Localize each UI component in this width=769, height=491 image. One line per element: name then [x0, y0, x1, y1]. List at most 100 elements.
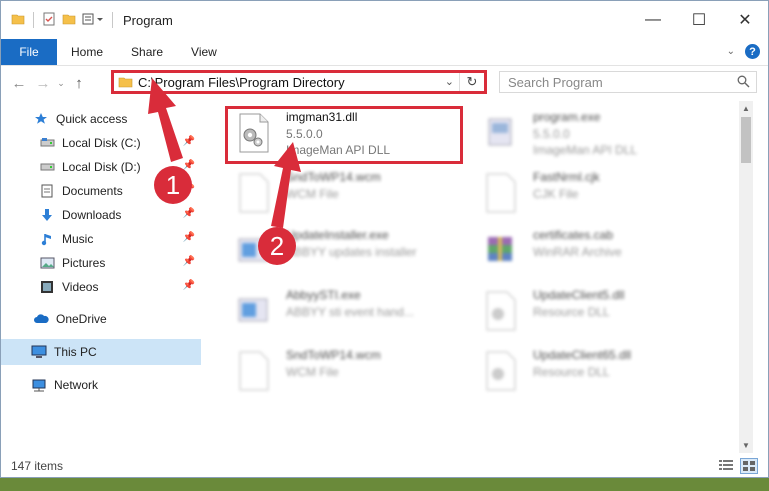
- pin-icon: 📌: [182, 136, 195, 147]
- new-folder-icon[interactable]: [62, 12, 76, 29]
- sidebar-item-label: Quick access: [56, 112, 128, 126]
- file-name: UpdateClient65.dll: [533, 348, 632, 362]
- file-type: WCM File: [286, 365, 339, 379]
- file-item-certificates[interactable]: certificates.cab WinRAR Archive: [473, 225, 713, 279]
- archive-file-icon: [483, 231, 517, 271]
- search-input[interactable]: Search Program: [499, 71, 757, 93]
- sidebar-item-videos[interactable]: Videos 📌: [1, 275, 201, 299]
- details-view-icon[interactable]: [718, 458, 734, 472]
- maximize-button[interactable]: ☐: [676, 1, 722, 39]
- vertical-scrollbar[interactable]: ▲ ▼: [739, 101, 753, 453]
- sidebar-item-quick-access[interactable]: Quick access: [1, 107, 201, 131]
- file-type: Resource DLL: [533, 365, 610, 379]
- videos-icon: [39, 279, 55, 295]
- file-type: WCM File: [286, 187, 339, 201]
- file-item-program-exe[interactable]: program.exe 5.5.0.0 ImageMan API DLL: [473, 107, 713, 161]
- file-name: UpdateInstaller.exe: [286, 228, 389, 242]
- file-highlight-box: [225, 106, 463, 164]
- sidebar-item-label: Pictures: [62, 256, 106, 270]
- sidebar-item-music[interactable]: Music 📌: [1, 227, 201, 251]
- step-1-badge: 1: [154, 166, 192, 204]
- network-icon: [31, 377, 47, 393]
- sidebar-item-label: This PC: [54, 345, 97, 359]
- file-item-abbyysti[interactable]: AbbyySTI.exe ABBYY sti event hand...: [226, 285, 466, 339]
- search-icon: [737, 75, 750, 91]
- back-button[interactable]: ←: [7, 75, 31, 92]
- generic-file-icon: [236, 351, 270, 391]
- pin-icon: 📌: [182, 256, 195, 267]
- generic-file-icon: [483, 173, 517, 213]
- dll-file-icon: [483, 291, 517, 331]
- refresh-icon: ↻: [466, 74, 478, 89]
- scroll-up-icon[interactable]: ▲: [741, 104, 751, 113]
- file-item-sndtowp14[interactable]: SndToWP14.wcm WCM File: [226, 167, 466, 221]
- close-icon: ✕: [738, 12, 752, 29]
- file-item-updateclient65[interactable]: UpdateClient65.dll Resource DLL: [473, 345, 713, 399]
- sidebar-item-network[interactable]: Network: [1, 373, 201, 397]
- ribbon: File Home Share View ⌄ ?: [1, 39, 768, 66]
- downloads-icon: [39, 207, 55, 223]
- forward-button[interactable]: →: [31, 75, 55, 92]
- properties-icon[interactable]: [42, 12, 56, 29]
- up-button[interactable]: ↑: [67, 75, 91, 92]
- customize-toolbar-icon[interactable]: [82, 12, 104, 29]
- file-type: ABBYY sti event hand...: [286, 305, 414, 319]
- cloud-icon: [33, 311, 49, 327]
- file-type: WinRAR Archive: [533, 245, 622, 259]
- pictures-icon: [39, 255, 55, 271]
- sidebar-item-label: Downloads: [62, 208, 122, 222]
- drive-icon: [39, 159, 55, 175]
- address-bar[interactable]: C:\Program Files\Program Directory ⌄ ↻: [111, 70, 487, 94]
- drive-icon: [39, 135, 55, 151]
- folder-icon: [118, 75, 133, 92]
- file-version: 5.5.0.0: [533, 127, 570, 141]
- large-icons-view-icon[interactable]: [740, 458, 758, 474]
- address-path: C:\Program Files\Program Directory: [138, 74, 345, 90]
- sidebar-item-this-pc[interactable]: This PC: [1, 339, 201, 365]
- chevron-down-icon[interactable]: ⌄: [445, 75, 454, 88]
- file-item-sndtowp14-2[interactable]: SndToWP14.wcm WCM File: [226, 345, 466, 399]
- sidebar-item-pictures[interactable]: Pictures 📌: [1, 251, 201, 275]
- tab-view[interactable]: View: [177, 39, 231, 65]
- recent-locations-button[interactable]: ⌄: [55, 78, 67, 89]
- minimize-button[interactable]: —: [630, 1, 676, 39]
- scroll-down-icon[interactable]: ▼: [741, 441, 751, 450]
- close-button[interactable]: ✕: [722, 1, 768, 39]
- status-bar: 147 items: [1, 456, 768, 476]
- explorer-window: Program — ☐ ✕ File Home Share View ⌄ ? ←…: [0, 0, 769, 478]
- file-type: CJK File: [533, 187, 579, 201]
- navigation-bar: ← → ⌄ ↑ C:\Program Files\Program Directo…: [1, 66, 768, 100]
- help-icon[interactable]: ?: [745, 44, 760, 59]
- sidebar-item-onedrive[interactable]: OneDrive: [1, 307, 201, 331]
- sidebar-item-label: Network: [54, 378, 99, 392]
- pin-icon: 📌: [182, 232, 195, 243]
- file-name: program.exe: [533, 110, 601, 124]
- folder-icon: [11, 12, 25, 29]
- window-title: Program: [123, 12, 173, 28]
- item-count: 147 items: [11, 459, 64, 473]
- exe-file-icon: [236, 291, 270, 331]
- file-type: Resource DLL: [533, 305, 610, 319]
- file-type: ABBYY updates installer: [286, 245, 417, 259]
- sidebar-item-local-disk-c[interactable]: Local Disk (C:) 📌: [1, 131, 201, 155]
- file-description: ImageMan API DLL: [533, 143, 638, 157]
- scrollbar-thumb[interactable]: [741, 117, 751, 163]
- tab-home[interactable]: Home: [57, 39, 117, 65]
- minimize-icon: —: [645, 11, 661, 28]
- sidebar-item-downloads[interactable]: Downloads 📌: [1, 203, 201, 227]
- step-2-badge: 2: [258, 227, 296, 265]
- expand-ribbon-icon[interactable]: ⌄: [727, 46, 735, 57]
- title-bar: Program — ☐ ✕: [1, 1, 768, 39]
- music-icon: [39, 231, 55, 247]
- refresh-button[interactable]: ↻: [459, 73, 484, 91]
- file-item-fastnrml[interactable]: FastNrml.cjk CJK File: [473, 167, 713, 221]
- documents-icon: [39, 183, 55, 199]
- file-name: SndToWP14.wcm: [286, 348, 381, 362]
- file-name: AbbyySTI.exe: [286, 288, 361, 302]
- tab-share[interactable]: Share: [117, 39, 177, 65]
- file-name: SndToWP14.wcm: [286, 170, 381, 184]
- tab-file[interactable]: File: [1, 39, 57, 65]
- sidebar-item-label: Music: [62, 232, 94, 246]
- file-item-updateclient5[interactable]: UpdateClient5.dll Resource DLL: [473, 285, 713, 339]
- navigation-pane: Quick access Local Disk (C:) 📌 Local Dis…: [1, 101, 201, 453]
